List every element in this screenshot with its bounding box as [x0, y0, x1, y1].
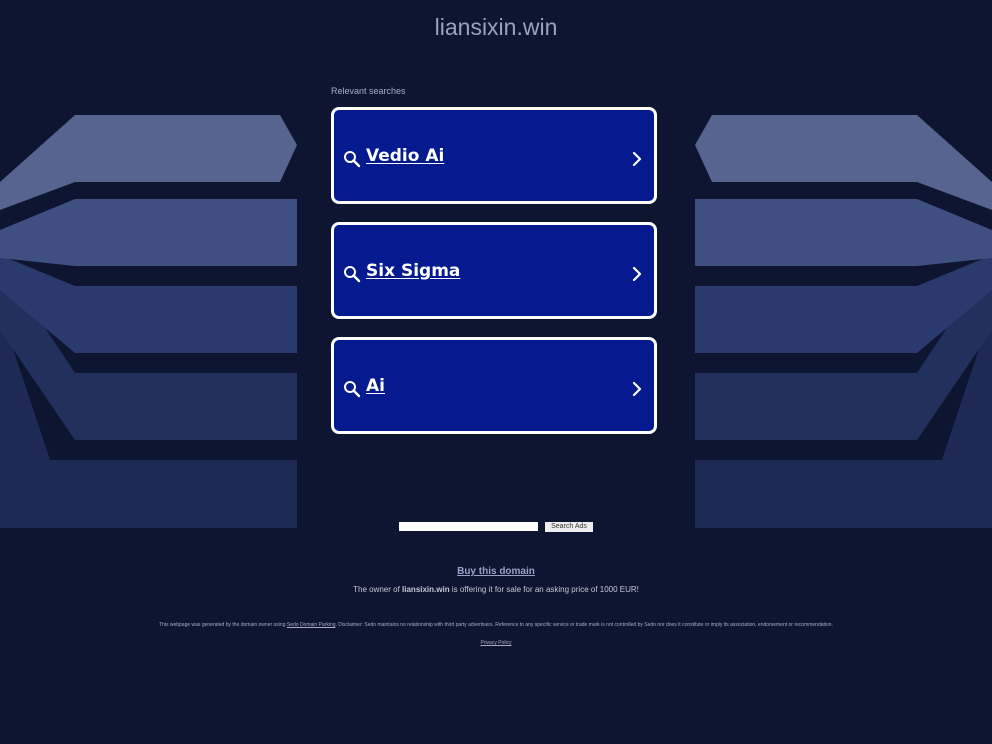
- chevron-right-icon: [632, 381, 642, 397]
- owner-prefix: The owner of: [353, 585, 403, 594]
- owner-offer-text: The owner of liansixin.win is offering i…: [0, 585, 992, 594]
- search-icon: [344, 151, 361, 168]
- search-icon: [344, 381, 361, 398]
- ad-search-input[interactable]: [399, 522, 538, 531]
- search-ads-button[interactable]: Search Ads: [545, 522, 593, 532]
- relevant-searches-label: Relevant searches: [331, 86, 406, 96]
- domain-title: liansixin.win: [434, 14, 558, 40]
- disclaimer-text: This webpage was generated by the domain…: [0, 622, 992, 628]
- chevron-right-icon: [632, 151, 642, 167]
- parked-domain-page: liansixin.win Relevant searches Vedio Ai…: [0, 0, 992, 744]
- sedo-parking-link[interactable]: Sedo Domain Parking: [287, 622, 336, 628]
- disclaimer-prefix: This webpage was generated by the domain…: [159, 622, 287, 628]
- privacy-policy: Privacy Policy: [0, 640, 992, 646]
- search-result-label[interactable]: Ai: [366, 376, 385, 396]
- search-result-label[interactable]: Six Sigma: [366, 261, 460, 281]
- search-result-vedio-ai[interactable]: Vedio Ai: [331, 107, 657, 204]
- owner-suffix: is offering it for sale for an asking pr…: [449, 585, 639, 594]
- privacy-policy-link[interactable]: Privacy Policy: [480, 640, 511, 646]
- buy-domain-link[interactable]: Buy this domain: [0, 566, 992, 577]
- chevron-right-icon: [632, 266, 642, 282]
- search-icon: [344, 266, 361, 283]
- search-result-label[interactable]: Vedio Ai: [366, 146, 444, 166]
- search-result-ai[interactable]: Ai: [331, 337, 657, 434]
- search-result-six-sigma[interactable]: Six Sigma: [331, 222, 657, 319]
- disclaimer-suffix: . Disclaimer: Sedo maintains no relation…: [335, 622, 833, 628]
- owner-domain: liansixin.win: [402, 585, 450, 594]
